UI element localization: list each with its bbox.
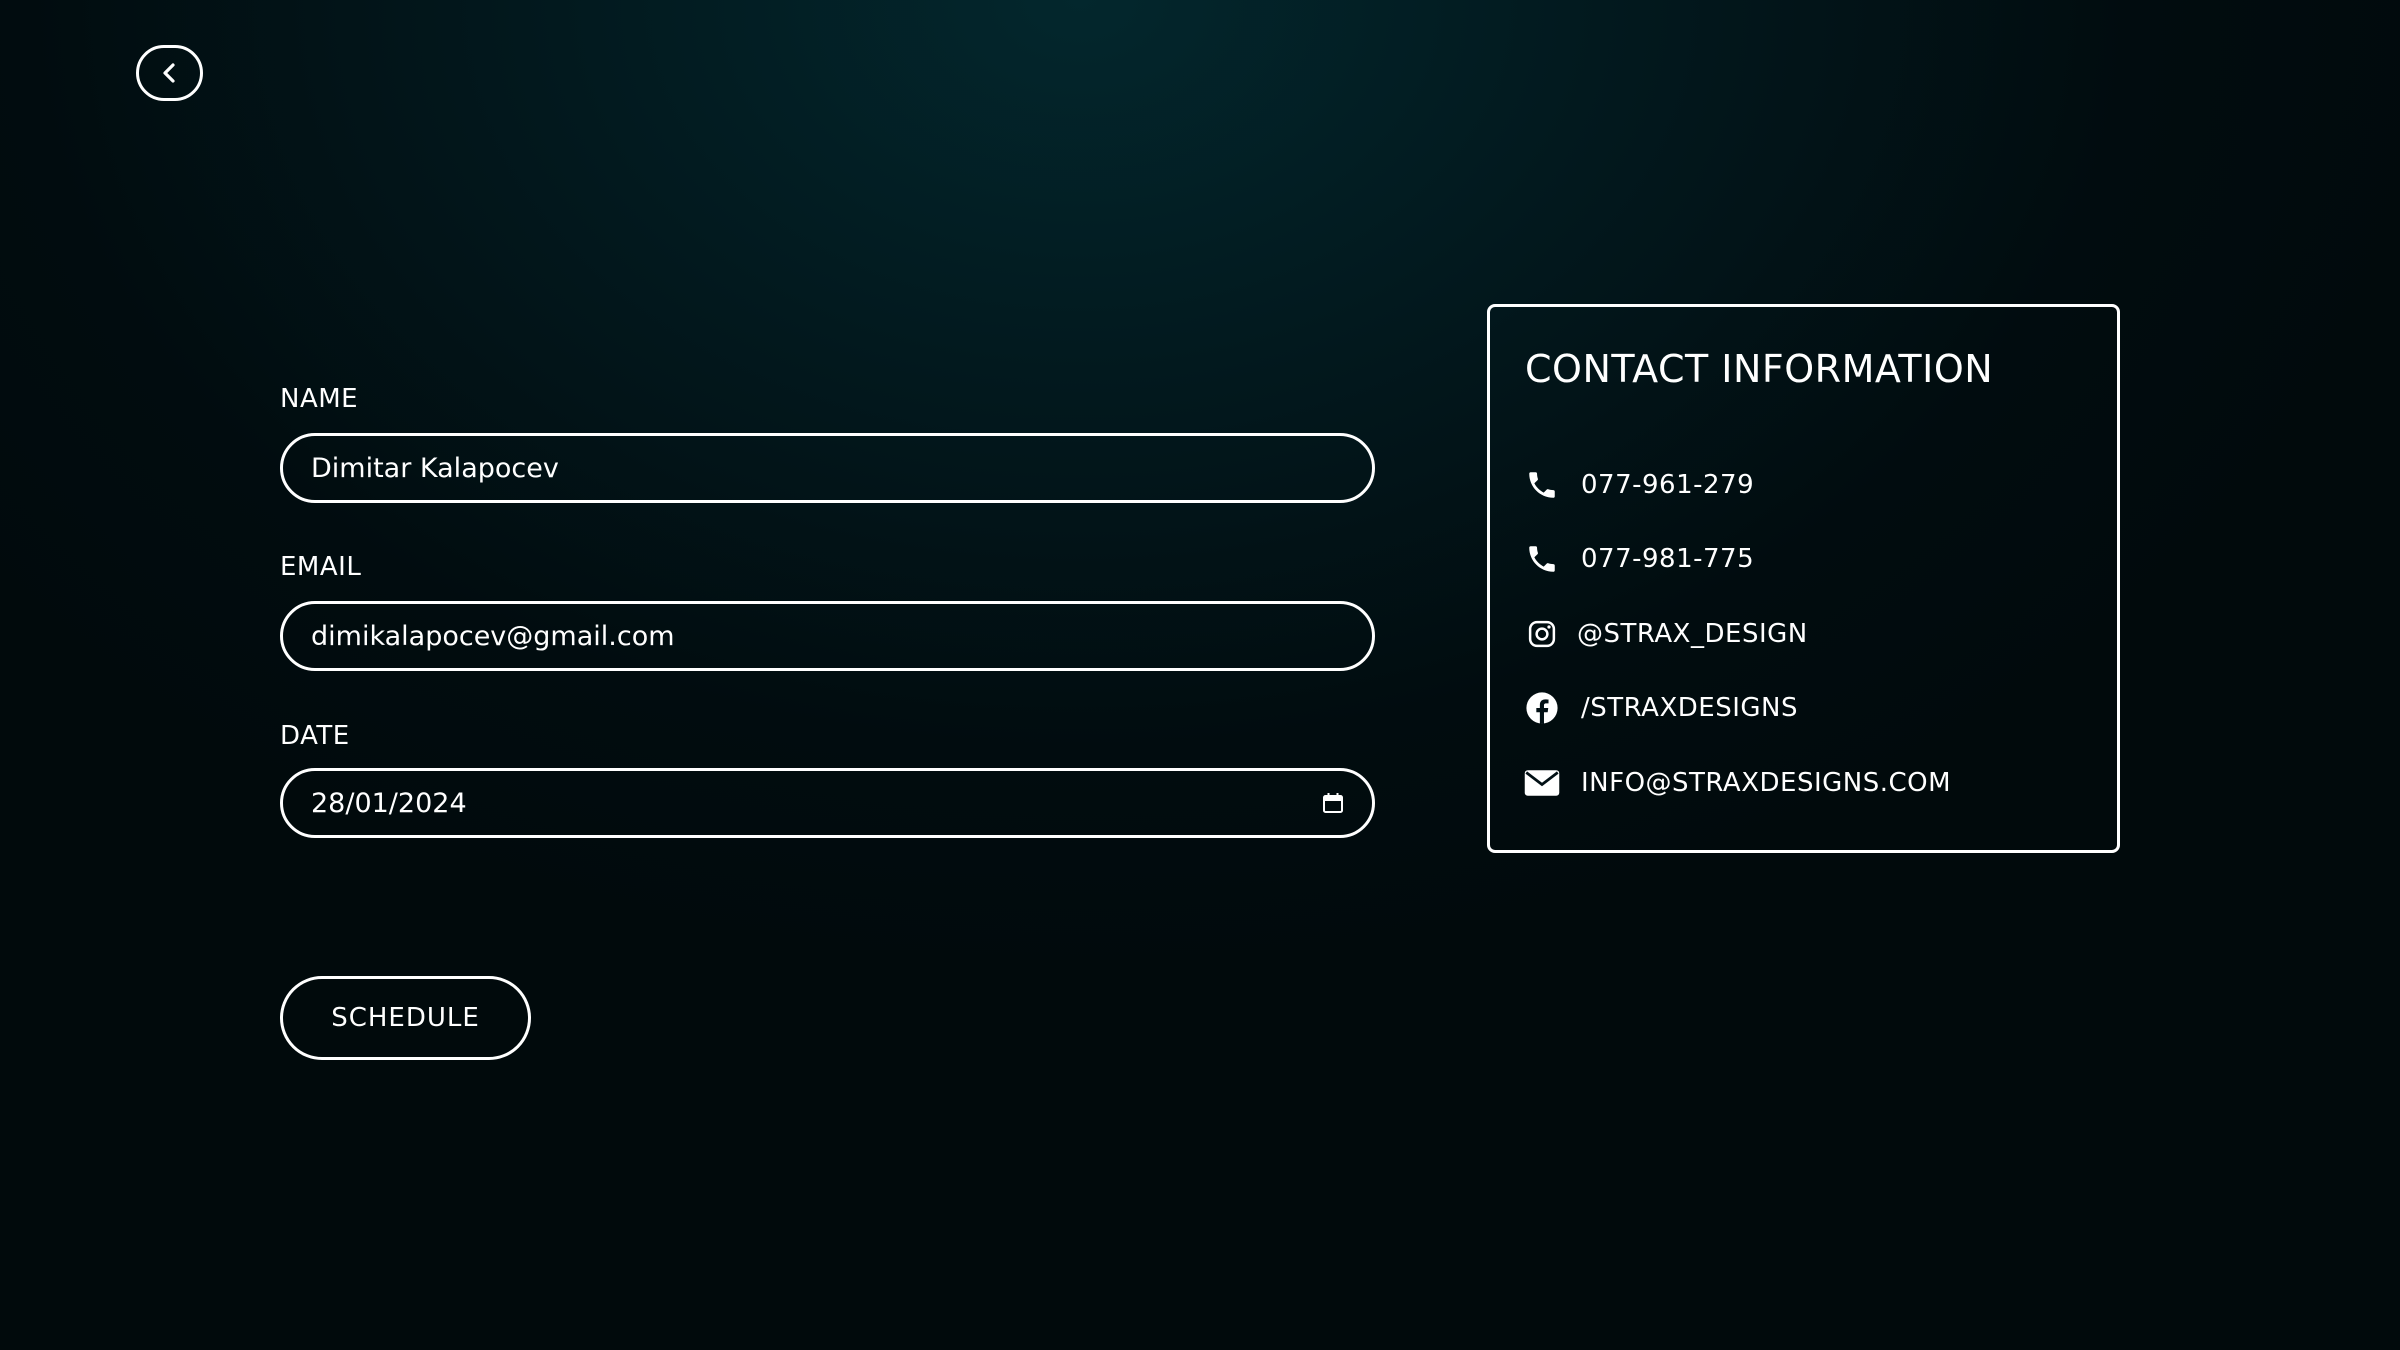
contact-phone-2[interactable]: 077-981-775 <box>1523 537 1754 581</box>
phone-icon <box>1523 466 1561 504</box>
email-field[interactable]: dimikalapocev@gmail.com <box>280 601 1375 671</box>
email-value: dimikalapocev@gmail.com <box>311 620 675 652</box>
date-field[interactable]: 28/01/2024 <box>280 768 1375 838</box>
contact-instagram[interactable]: @STRAX_DESIGN <box>1523 612 1808 656</box>
contact-phone-1-text: 077-961-279 <box>1581 470 1755 500</box>
contact-instagram-text: @STRAX_DESIGN <box>1577 619 1808 649</box>
contact-information-card: CONTACT INFORMATION 077-961-279 077-981-… <box>1487 304 2120 853</box>
mail-icon <box>1523 764 1561 802</box>
contact-facebook[interactable]: /STRAXDESIGNS <box>1523 686 1798 730</box>
schedule-button[interactable]: SCHEDULE <box>280 976 531 1060</box>
facebook-icon <box>1523 689 1561 727</box>
name-field[interactable]: Dimitar Kalapocev <box>280 433 1375 503</box>
instagram-icon <box>1523 615 1561 653</box>
contact-email-text: INFO@STRAXDESIGNS.COM <box>1581 768 1952 798</box>
chevron-left-icon <box>160 62 180 84</box>
date-value: 28/01/2024 <box>311 787 467 819</box>
calendar-icon[interactable] <box>1322 792 1344 814</box>
email-label: EMAIL <box>280 552 362 582</box>
date-label: DATE <box>280 721 350 751</box>
contact-phone-2-text: 077-981-775 <box>1581 544 1755 574</box>
back-button[interactable] <box>136 45 203 101</box>
contact-email[interactable]: INFO@STRAXDESIGNS.COM <box>1523 761 1951 805</box>
contact-facebook-text: /STRAXDESIGNS <box>1581 693 1798 723</box>
phone-icon <box>1523 540 1561 578</box>
name-label: NAME <box>280 384 359 414</box>
contact-phone-1[interactable]: 077-961-279 <box>1523 463 1754 507</box>
name-value: Dimitar Kalapocev <box>311 452 559 484</box>
contact-title: CONTACT INFORMATION <box>1525 347 1994 391</box>
